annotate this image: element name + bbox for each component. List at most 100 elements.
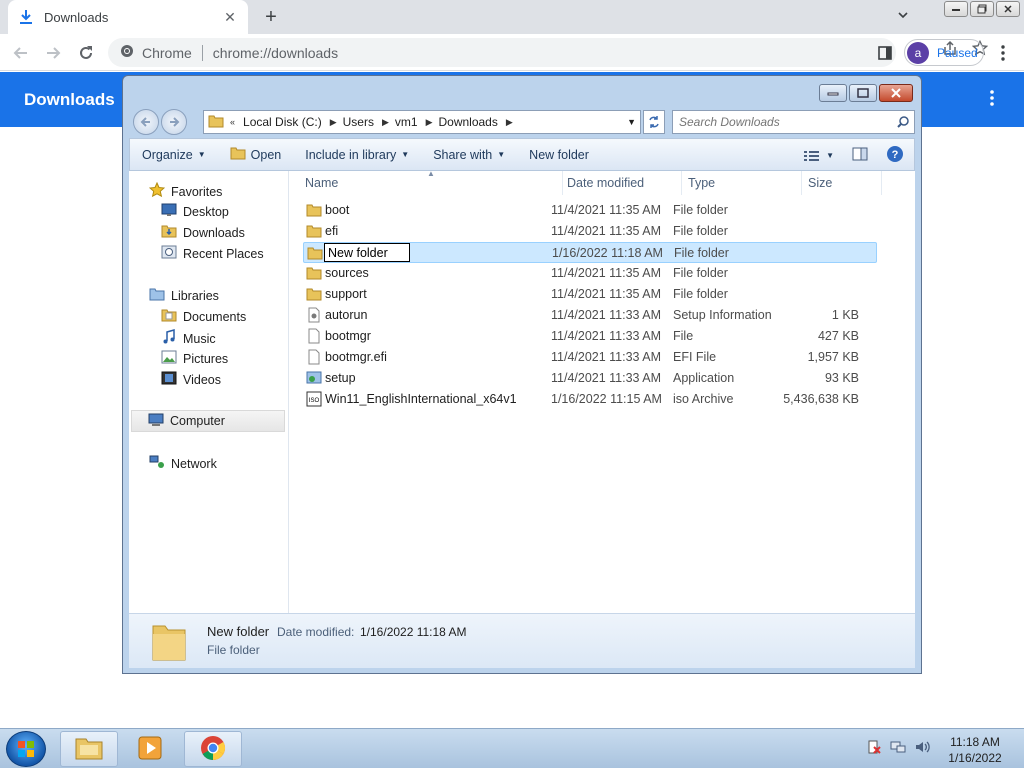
refresh-button[interactable] <box>643 110 665 134</box>
explorer-icon <box>74 735 104 764</box>
preview-pane-icon[interactable] <box>852 147 868 164</box>
share-with-button[interactable]: Share with ▼ <box>433 148 505 162</box>
nav-pictures[interactable]: Pictures <box>161 350 228 367</box>
nav-videos[interactable]: Videos <box>161 371 221 388</box>
start-button[interactable] <box>6 731 46 767</box>
file-size: 427 KB <box>817 329 859 343</box>
column-header-size[interactable]: Size <box>802 171 882 195</box>
details-date-label: Date modified: <box>277 625 355 639</box>
file-type: File folder <box>673 287 728 301</box>
breadcrumb-users[interactable]: Users ▶ <box>343 115 389 129</box>
nav-favorites[interactable]: Favorites <box>148 181 222 201</box>
new-tab-button[interactable]: + <box>260 6 282 28</box>
chevron-down-icon[interactable] <box>896 8 914 26</box>
column-header-type[interactable]: Type <box>682 171 802 195</box>
file-size: 1 KB <box>831 308 859 322</box>
file-row[interactable]: sources 11/4/2021 11:35 AM File folder <box>303 263 877 284</box>
nav-documents[interactable]: Documents <box>161 308 246 325</box>
back-button[interactable] <box>8 40 34 66</box>
file-row[interactable]: ISO Win11_EnglishInternational_x64v1 1/1… <box>303 389 877 410</box>
file-date: 1/16/2022 11:18 AM <box>552 246 663 260</box>
folder-icon <box>306 286 322 302</box>
breadcrumb-local-disk[interactable]: Local Disk (C:) ▶ <box>243 115 337 129</box>
view-options-icon[interactable]: ▼ <box>804 150 834 162</box>
profile-status: Paused <box>937 45 978 60</box>
search-input[interactable] <box>673 111 883 133</box>
taskbar-media-player[interactable] <box>122 731 178 767</box>
taskbar-explorer[interactable] <box>60 731 118 767</box>
nav-recent-places[interactable]: Recent Places <box>161 245 264 262</box>
reload-button[interactable] <box>73 40 99 66</box>
details-type: File folder <box>207 643 260 657</box>
tab-title: Downloads <box>44 9 109 25</box>
file-row-selected[interactable]: 1/16/2022 11:18 AM File folder <box>303 242 877 263</box>
nav-network[interactable]: Network <box>149 455 217 472</box>
side-panel-icon[interactable] <box>872 40 898 66</box>
action-center-icon[interactable] <box>866 739 882 758</box>
file-row[interactable]: autorun 11/4/2021 11:33 AM Setup Informa… <box>303 305 877 326</box>
explorer-forward-button[interactable] <box>161 109 187 135</box>
settings-file-icon <box>306 307 322 323</box>
explorer-address-bar[interactable]: « Local Disk (C:) ▶ Users ▶ vm1 ▶ Downloads… <box>203 110 641 134</box>
explorer-close-button[interactable] <box>879 84 913 102</box>
file-name: sources <box>325 266 369 280</box>
tab-downloads[interactable]: Downloads ✕ <box>8 0 248 34</box>
page-title: Downloads <box>24 90 115 109</box>
breadcrumb-downloads[interactable]: Downloads ▶ <box>438 115 512 129</box>
taskbar-clock[interactable]: 11:18 AM 1/16/2022 <box>940 734 1010 766</box>
network-icon <box>149 455 165 472</box>
nav-libraries[interactable]: Libraries <box>149 287 219 304</box>
organize-button[interactable]: Organize ▼ <box>142 148 206 162</box>
nav-downloads[interactable]: Downloads <box>161 224 245 241</box>
explorer-back-button[interactable] <box>133 109 159 135</box>
new-folder-button[interactable]: New folder <box>529 148 589 162</box>
restore-button[interactable] <box>970 1 994 17</box>
file-row[interactable]: setup 11/4/2021 11:33 AM Application 93 … <box>303 368 877 389</box>
file-row[interactable]: boot 11/4/2021 11:35 AM File folder <box>303 200 877 221</box>
help-icon[interactable]: ? <box>886 145 904 166</box>
nav-music[interactable]: Music <box>161 329 216 348</box>
file-date: 11/4/2021 11:33 AM <box>551 329 662 343</box>
file-name: efi <box>325 224 339 238</box>
avatar: a <box>907 41 929 64</box>
column-header-date[interactable]: Date modified <box>561 171 682 195</box>
file-name: autorun <box>325 308 368 322</box>
rename-input[interactable] <box>324 243 410 262</box>
clock-time: 11:18 AM <box>950 735 1000 749</box>
volume-icon[interactable] <box>914 739 930 758</box>
nav-computer[interactable]: Computer <box>131 410 285 432</box>
close-window-button[interactable] <box>996 1 1020 17</box>
include-in-library-button[interactable]: Include in library ▼ <box>305 148 409 162</box>
file-date: 11/4/2021 11:35 AM <box>551 224 662 238</box>
file-row[interactable]: bootmgr.efi 11/4/2021 11:33 AM EFI File … <box>303 347 877 368</box>
address-bar[interactable]: Chrome chrome://downloads <box>108 38 896 67</box>
close-tab-icon[interactable]: ✕ <box>222 9 238 25</box>
music-icon <box>161 329 177 348</box>
file-row[interactable]: support 11/4/2021 11:35 AM File folder <box>303 284 877 305</box>
star-icon <box>148 181 166 201</box>
file-size: 93 KB <box>824 371 859 385</box>
breadcrumb-vm1[interactable]: vm1 ▶ <box>395 115 433 129</box>
network-tray-icon[interactable] <box>890 739 906 758</box>
minimize-button[interactable] <box>944 1 968 17</box>
media-player-icon <box>136 734 164 765</box>
forward-button[interactable] <box>40 40 66 66</box>
file-row[interactable]: bootmgr 11/4/2021 11:33 AM File 427 KB <box>303 326 877 347</box>
sort-ascending-icon: ▲ <box>427 169 435 178</box>
explorer-minimize-button[interactable] <box>819 84 847 102</box>
chrome-menu-icon[interactable] <box>994 40 1012 66</box>
file-row[interactable]: efi 11/4/2021 11:35 AM File folder <box>303 221 877 242</box>
address-dropdown-icon[interactable]: ▼ <box>627 117 636 127</box>
column-header-name[interactable]: Name ▲ <box>299 169 563 195</box>
explorer-maximize-button[interactable] <box>849 84 877 102</box>
nav-desktop[interactable]: Desktop <box>161 203 229 220</box>
folder-icon <box>306 223 322 239</box>
open-button[interactable]: Open <box>230 146 281 163</box>
taskbar-chrome[interactable] <box>184 731 242 767</box>
search-icon[interactable] <box>896 115 910 132</box>
profile-button[interactable]: a Paused <box>904 39 984 66</box>
page-menu-icon[interactable] <box>990 90 998 108</box>
folder-open-icon <box>230 146 246 163</box>
search-box[interactable] <box>672 110 915 134</box>
command-bar: Organize ▼ Open Include in library ▼ Share… <box>129 138 915 171</box>
